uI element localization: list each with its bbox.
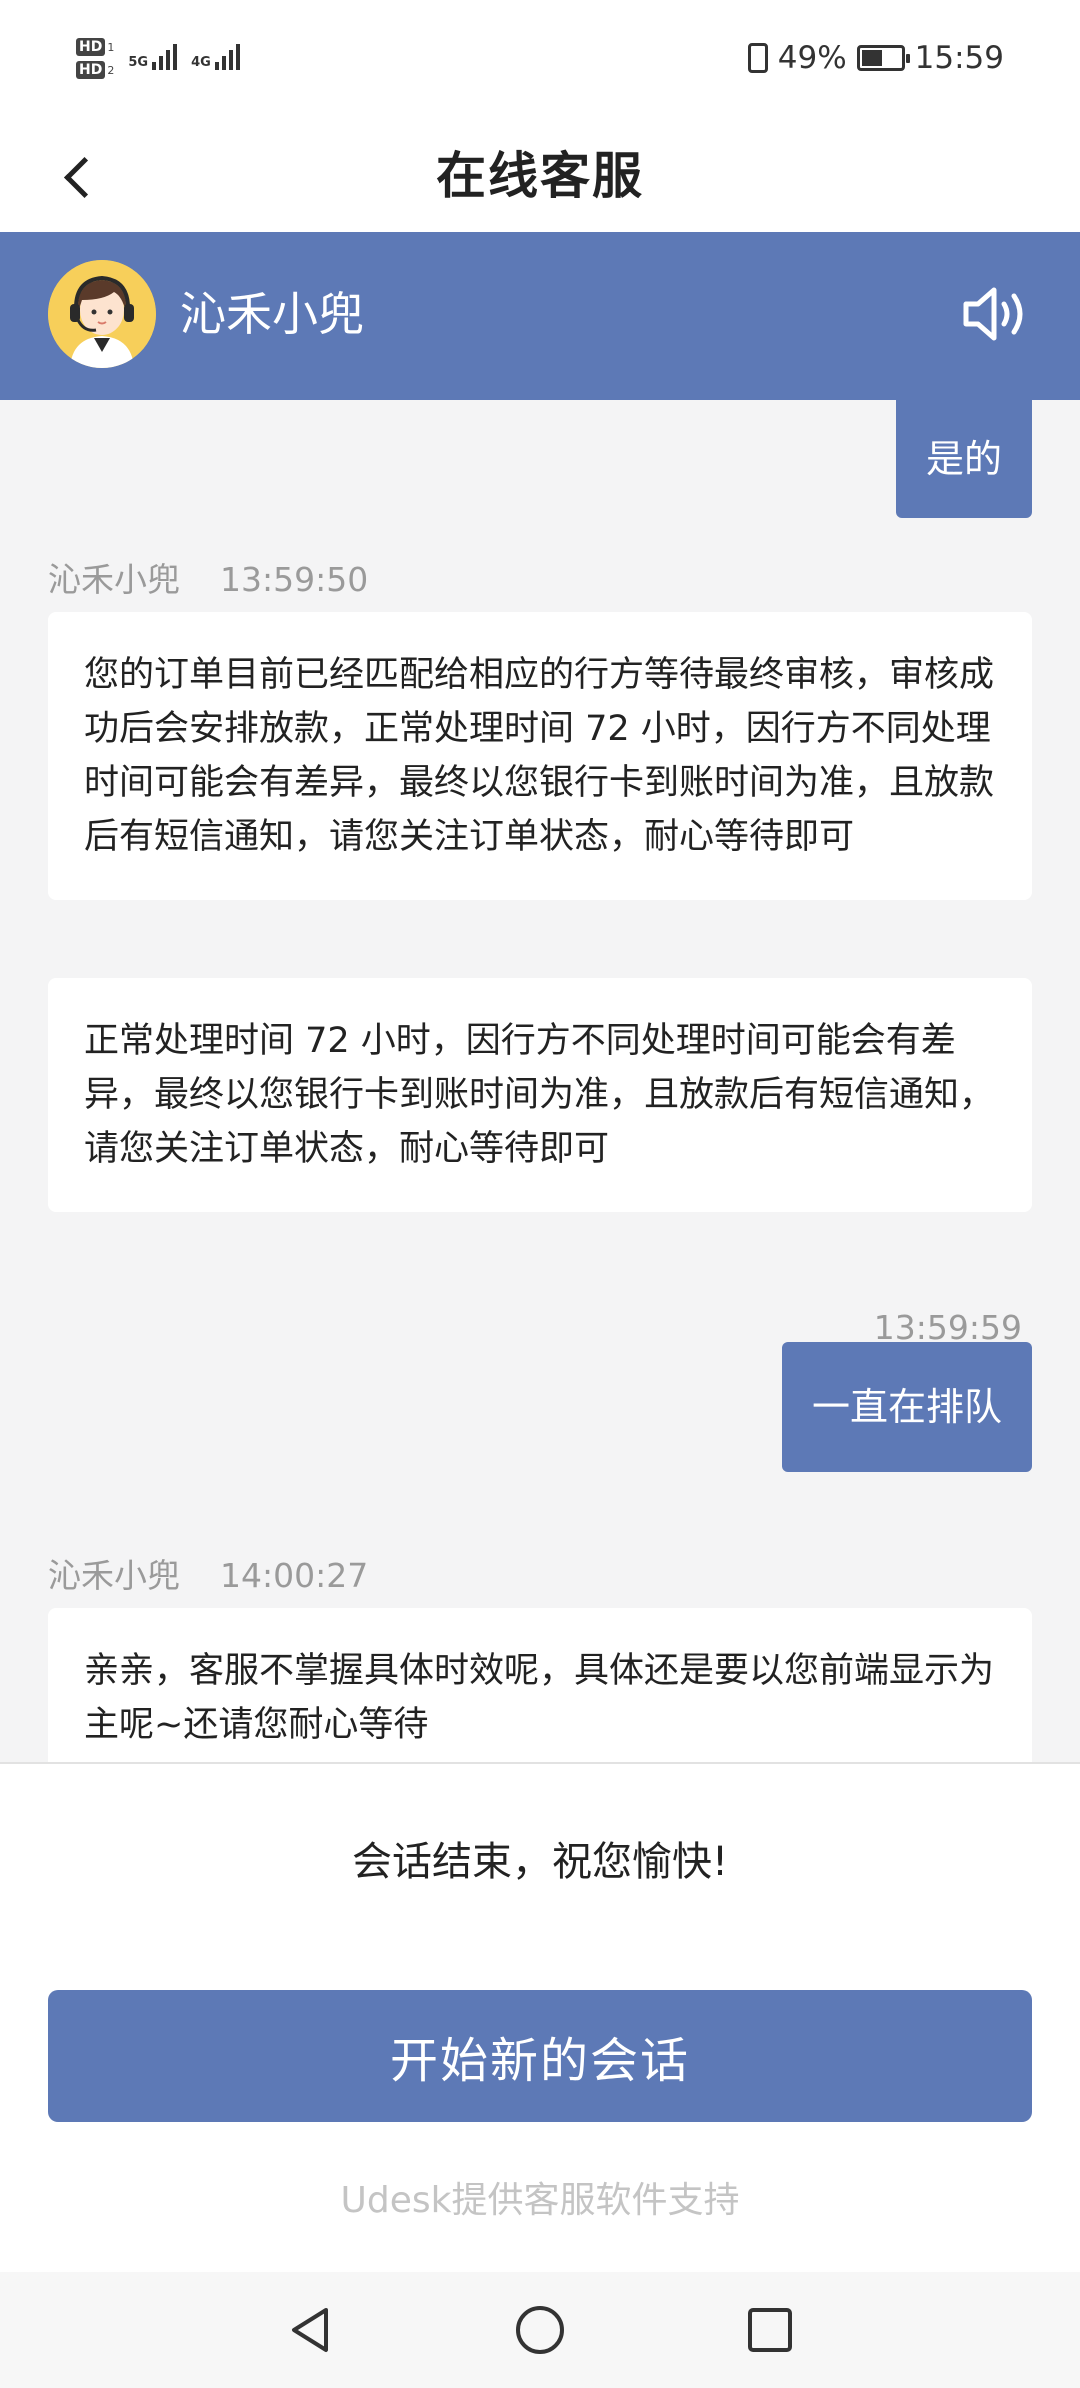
agent-name: 沁禾小兜 [180, 287, 364, 341]
message-meta: 沁禾小兜 14:00:27 [48, 1556, 368, 1596]
sender-name: 沁禾小兜 [48, 560, 180, 599]
user-message-bubble: 是的 [895, 400, 1032, 518]
powered-by-text: Udesk提供客服软件支持 [340, 2180, 740, 2221]
message-text: 一直在排队 [811, 1385, 1002, 1429]
signal-5g-icon: 5G [128, 36, 178, 70]
circle-home-icon[interactable] [512, 2302, 568, 2358]
triangle-back-icon[interactable] [282, 2302, 338, 2358]
signal-4g-icon: 4G [191, 36, 240, 70]
session-footer: 会话结束，祝您愉快! 开始新的会话 Udesk提供客服软件支持 [0, 1762, 1080, 2274]
vibrate-icon [747, 43, 768, 73]
agent-message-bubble: 正常处理时间 72 小时，因行方不同处理时间可能会有差异，最终以您银行卡到账时间… [48, 978, 1032, 1212]
system-nav-bar [0, 2272, 1080, 2388]
battery-percent: 49% [777, 40, 847, 76]
new-session-button[interactable]: 开始新的会话 [48, 1990, 1032, 2122]
speaker-button[interactable] [960, 282, 1030, 346]
support-agent-avatar-icon [48, 260, 156, 368]
user-message-bubble: 一直在排队 [781, 1342, 1032, 1472]
nav-bar: 在线客服 [0, 120, 1080, 232]
speaker-icon [963, 287, 1023, 341]
battery-icon [856, 45, 910, 71]
signal-indicators: HD 1 HD 2 5G 4G [76, 36, 240, 96]
chat-messages[interactable]: 是的 沁禾小兜 13:59:50 您的订单目前已经匹配给相应的行方等待最终审核，审… [0, 400, 1080, 1762]
message-meta: 沁禾小兜 13:59:50 [48, 560, 368, 600]
status-bar: HD 1 HD 2 5G 4G 49% 15:59 [0, 0, 1080, 120]
hd-badge-2: HD [76, 61, 106, 79]
message-time: 13:59:50 [220, 560, 369, 599]
hd-badge-1: HD [76, 38, 106, 56]
message-text: 亲亲，客服不掌握具体时效呢，具体还是要以您前端显示为主呢~还请您耐心等待 [84, 1651, 995, 1745]
message-text: 您的订单目前已经匹配给相应的行方等待最终审核，审核成功后会安排放款，正常处理时间… [84, 655, 995, 857]
clock: 15:59 [914, 40, 1004, 76]
session-end-text: 会话结束，祝您愉快! [351, 1839, 729, 1885]
message-text: 正常处理时间 72 小时，因行方不同处理时间可能会有差异，最终以您银行卡到账时间… [84, 1021, 995, 1169]
sender-name: 沁禾小兜 [48, 1556, 180, 1595]
page-title: 在线客服 [436, 147, 644, 205]
agent-header: 沁禾小兜 [0, 232, 1080, 400]
system-status: 49% 15:59 [747, 40, 1004, 76]
agent-message-bubble: 您的订单目前已经匹配给相应的行方等待最终审核，审核成功后会安排放款，正常处理时间… [48, 612, 1032, 900]
square-recents-icon[interactable] [742, 2302, 798, 2358]
agent-avatar [48, 260, 156, 368]
message-text: 是的 [925, 437, 1002, 481]
agent-message-bubble: 亲亲，客服不掌握具体时效呢，具体还是要以您前端显示为主呢~还请您耐心等待 [48, 1608, 1032, 1762]
message-time: 14:00:27 [220, 1556, 369, 1595]
